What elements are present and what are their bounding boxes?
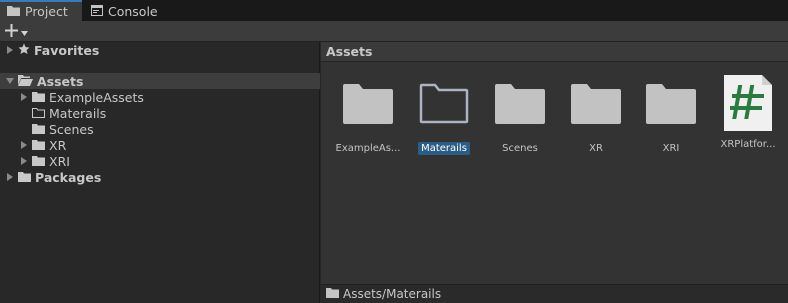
empty-folder-icon (418, 77, 470, 129)
asset-label: XRPlatfor... (720, 139, 776, 150)
console-icon (91, 4, 103, 19)
asset-item[interactable]: XR (559, 77, 633, 155)
tree-item-favorites[interactable]: Favorites (5, 42, 99, 58)
asset-item[interactable]: XRPlatfor... (711, 75, 785, 151)
tree-item-label: Scenes (49, 121, 94, 137)
asset-item[interactable]: XRI (634, 77, 708, 155)
folder-icon (32, 138, 45, 153)
folder-icon (32, 154, 45, 169)
tree-item-label: Packages (35, 169, 102, 185)
tree-item-label: XRI (49, 153, 70, 169)
asset-label: Scenes (502, 143, 538, 154)
path-bar: Assets/Materails (321, 284, 788, 303)
folder-icon (32, 90, 45, 105)
tree-item-label: XR (49, 137, 67, 153)
folder-icon (32, 122, 45, 137)
expand-arrow-icon[interactable] (5, 173, 14, 182)
empty-folder-icon (32, 106, 45, 121)
hierarchy-tree: Favorites Assets ExampleAssets Materails… (0, 42, 320, 303)
tab-project[interactable]: Project (0, 0, 82, 21)
tree-item-exampleassets[interactable]: ExampleAssets (19, 89, 144, 105)
asset-item[interactable]: Scenes (483, 77, 557, 155)
tree-item-xr[interactable]: XR (19, 137, 66, 153)
expand-arrow-icon[interactable] (5, 46, 14, 55)
expand-arrow-icon[interactable] (19, 157, 28, 166)
asset-label: Materails (418, 142, 470, 155)
tab-label: Console (108, 4, 158, 19)
asset-browser: Assets ExampleAs... Materails Scenes XR … (321, 42, 788, 303)
toolbar (0, 21, 788, 42)
csharp-script-icon (722, 75, 774, 131)
folder-icon (342, 77, 394, 129)
tree-item-packages[interactable]: Packages (5, 169, 101, 185)
tree-item-assets[interactable]: Assets (0, 73, 320, 89)
expand-arrow-icon[interactable] (19, 93, 28, 102)
open-folder-icon (18, 74, 33, 89)
folder-icon (645, 77, 697, 129)
browser-header: Assets (321, 42, 788, 62)
chevron-down-icon (21, 25, 28, 39)
asset-item-selected[interactable]: Materails (407, 77, 481, 155)
plus-icon (5, 23, 18, 40)
tree-item-label: Favorites (34, 42, 100, 58)
star-icon (18, 43, 30, 58)
collapse-arrow-icon[interactable] (5, 77, 14, 86)
tree-item-scenes[interactable]: Scenes (32, 121, 94, 137)
add-button[interactable] (5, 23, 33, 40)
tree-item-label: Materails (49, 105, 107, 121)
asset-item[interactable]: ExampleAs... (331, 77, 405, 155)
tab-console[interactable]: Console (84, 1, 166, 22)
folder-icon (326, 287, 339, 301)
current-path: Assets/Materails (343, 287, 442, 301)
tree-item-materails[interactable]: Materails (32, 105, 106, 121)
folder-icon (494, 77, 546, 129)
asset-label: XRI (662, 143, 680, 154)
asset-label: XR (589, 143, 603, 154)
tree-item-label: Assets (37, 73, 84, 89)
folder-icon (18, 170, 31, 185)
tree-item-label: ExampleAssets (49, 89, 144, 105)
folder-icon (570, 77, 622, 129)
tab-bar: Project Console (0, 0, 788, 21)
expand-arrow-icon[interactable] (19, 141, 28, 150)
tab-label: Project (25, 4, 68, 19)
tree-item-xri[interactable]: XRI (19, 153, 70, 169)
asset-label: ExampleAs... (335, 143, 401, 154)
folder-icon (7, 4, 20, 19)
